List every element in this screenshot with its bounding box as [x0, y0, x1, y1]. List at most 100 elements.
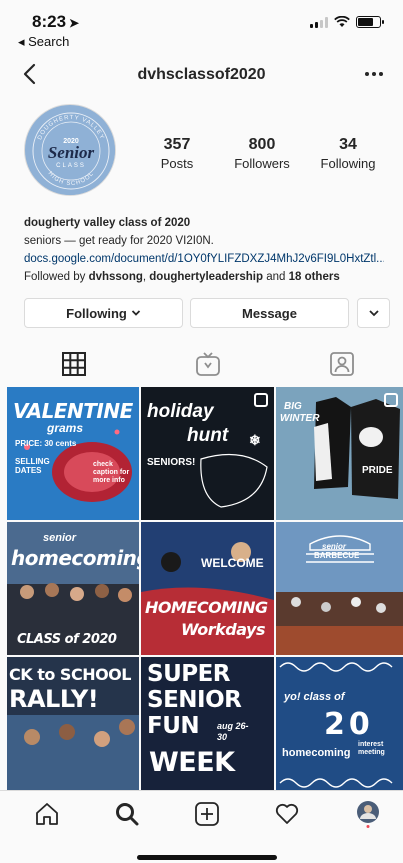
- post-text-barbecue: BARBECUE: [314, 551, 360, 560]
- home-icon: [36, 803, 58, 825]
- followed-user-1: dvhssong: [88, 271, 143, 283]
- clock: 8:23: [32, 12, 67, 31]
- tab-igtv[interactable]: [194, 350, 222, 378]
- followers-count: 800: [248, 136, 276, 153]
- post-text-senior-fun: SENIOR: [147, 687, 242, 713]
- following-count: 34: [339, 136, 357, 153]
- nav-home[interactable]: [33, 800, 61, 828]
- post-text-20: 20: [324, 707, 374, 742]
- followed-by[interactable]: Followed by dvhssong, doughertyleadershi…: [24, 268, 384, 286]
- followers-label: Followers: [234, 156, 290, 171]
- post-text-valentine: VALENTINE: [13, 399, 133, 423]
- bottom-tab-bar: [0, 790, 403, 838]
- nav-profile[interactable]: [354, 800, 382, 828]
- post-text-back-to-school: CK to SCHOOL: [9, 665, 131, 684]
- nav-new-post[interactable]: [193, 800, 221, 828]
- message-button-label: Message: [242, 305, 297, 321]
- post-tile-rally[interactable]: CK to SCHOOL RALLY!: [7, 657, 139, 790]
- post-text-welcome: WELCOME: [201, 556, 264, 570]
- svg-text:❄: ❄: [249, 432, 261, 448]
- location-arrow-icon: ➤: [69, 16, 80, 30]
- post-text-check-caption: check caption for more info: [93, 461, 130, 484]
- posts-count: 357: [163, 136, 191, 153]
- senior-class-logo: DOUGHERTY VALLEY HIGH SCHOOL 2020 Senior…: [27, 107, 115, 195]
- battery-icon: [356, 16, 384, 28]
- followers-stat[interactable]: 800 Followers: [222, 136, 302, 171]
- followed-user-2: doughertyleadership: [149, 271, 264, 283]
- bio-text: seniors — get ready for 2020 VI2I0N.: [24, 235, 214, 247]
- following-label: Following: [320, 156, 376, 171]
- post-text-big: BIG: [284, 401, 302, 412]
- add-post-icon: [195, 802, 219, 826]
- nav-activity[interactable]: [273, 800, 301, 828]
- search-icon: [116, 803, 139, 826]
- post-text-senior: senior: [43, 532, 77, 544]
- grid-icon: [62, 352, 86, 376]
- posts-label: Posts: [160, 156, 194, 171]
- holiday-hunt-art: ❄: [200, 432, 268, 508]
- post-text-senior-bbq: senior: [322, 542, 347, 551]
- tagged-person-icon: [330, 352, 354, 376]
- profile-header: dvhsclassof2020: [0, 56, 403, 94]
- chevron-down-icon: [368, 310, 379, 317]
- post-text-price: PRICE: 30 cents: [15, 439, 77, 448]
- profile-username: dvhsclassof2020: [137, 66, 266, 83]
- tab-grid[interactable]: [60, 350, 88, 378]
- posts-grid: VALENTINE grams PRICE: 30 cents SELLING …: [7, 387, 403, 790]
- post-text-interest: interest meeting: [358, 741, 385, 756]
- chevron-down-icon: [131, 310, 140, 316]
- profile-tabs: [0, 346, 403, 382]
- suggested-accounts-button[interactable]: [357, 298, 390, 328]
- following-button[interactable]: Following: [24, 298, 183, 328]
- post-text-homecoming: homecoming: [11, 546, 139, 570]
- post-text-grams: grams: [47, 421, 84, 435]
- wifi-icon: [334, 16, 350, 27]
- more-options-icon[interactable]: [363, 66, 385, 82]
- post-text-winter: WINTER: [280, 413, 320, 424]
- post-text-homecoming-3: homecoming: [282, 747, 351, 759]
- post-text-super: SUPER: [147, 661, 231, 687]
- cellular-signal-icon: [310, 16, 328, 28]
- post-text-workdays: Workdays: [181, 620, 266, 639]
- post-text-class-of: CLASS of 2020: [17, 632, 117, 647]
- post-text-pride: PRIDE: [362, 465, 393, 476]
- profile-avatar-icon: [357, 801, 379, 828]
- post-text-rally: RALLY!: [9, 685, 99, 713]
- post-text-week: WEEK: [149, 747, 235, 778]
- status-time: 8:23 ➤: [32, 12, 79, 32]
- post-tile-big-winter[interactable]: BIG WINTER PRIDE: [276, 387, 403, 520]
- heart-icon: [275, 803, 299, 824]
- bio-link[interactable]: docs.google.com/document/d/1OY0fYLIFZDXZ…: [24, 250, 384, 268]
- tab-tagged[interactable]: [328, 350, 356, 378]
- posts-stat[interactable]: 357 Posts: [137, 136, 217, 171]
- post-text-homecoming-2: HOMECOMING: [145, 598, 268, 617]
- post-tile-super-senior-fun-week[interactable]: SUPER SENIOR FUN WEEK aug 26-30: [141, 657, 274, 790]
- logo-word: Senior: [48, 143, 95, 162]
- post-text-yo-class: yo! class of: [284, 691, 345, 703]
- post-text-selling: SELLING DATES: [15, 457, 50, 475]
- post-tile-senior-barbecue[interactable]: senior BARBECUE: [276, 522, 403, 655]
- status-icons: [310, 16, 384, 28]
- post-tile-homecoming-workdays[interactable]: WELCOME HOMECOMING Workdays: [141, 522, 274, 655]
- post-tile-holiday-hunt[interactable]: holiday hunt SENIORS! ❄: [141, 387, 274, 520]
- back-to-search-link[interactable]: ◂ Search: [18, 34, 69, 50]
- post-tile-homecoming-interest[interactable]: yo! class of 20 homecoming interest meet…: [276, 657, 403, 790]
- post-tile-senior-homecoming[interactable]: senior homecoming CLASS of 2020: [7, 522, 139, 655]
- following-stat[interactable]: 34 Following: [308, 136, 388, 171]
- message-button[interactable]: Message: [190, 298, 349, 328]
- post-text-dates: aug 26-30: [217, 721, 249, 742]
- logo-sub: CLASS: [56, 163, 86, 169]
- followed-by-prefix: Followed by: [24, 271, 89, 283]
- carousel-icon: [384, 393, 398, 407]
- nav-search[interactable]: [113, 800, 141, 828]
- igtv-icon: [196, 352, 220, 376]
- profile-avatar[interactable]: DOUGHERTY VALLEY HIGH SCHOOL 2020 Senior…: [24, 104, 116, 196]
- post-text-fun: FUN: [147, 713, 200, 739]
- profile-bio: dougherty valley class of 2020 seniors —…: [24, 214, 384, 286]
- followed-others: 18 others: [288, 271, 340, 283]
- status-bar: 8:23 ➤ ◂ Search: [0, 0, 403, 52]
- followed-and: and: [263, 271, 289, 283]
- home-indicator: [137, 855, 277, 860]
- post-tile-valentine[interactable]: VALENTINE grams PRICE: 30 cents SELLING …: [7, 387, 139, 520]
- following-button-label: Following: [66, 305, 127, 321]
